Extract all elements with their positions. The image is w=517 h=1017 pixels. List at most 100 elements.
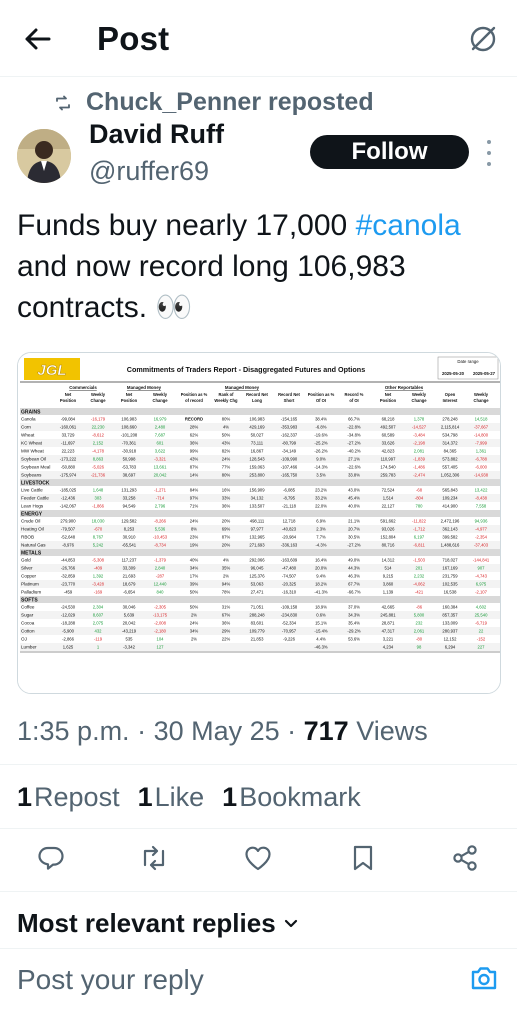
table-cell: 33,729	[62, 433, 75, 438]
table-cell: 35%	[222, 566, 231, 571]
more-options-icon[interactable]	[484, 140, 494, 166]
table-cell: 7.7%	[316, 535, 326, 540]
table-cell: 43.0%	[348, 488, 360, 493]
table-cell: 279,900	[60, 519, 76, 524]
table-cell: 4%	[223, 425, 229, 430]
post-image[interactable]: JGL Commitments of Traders Report - Disag…	[17, 352, 501, 694]
table-cell: 2,232	[414, 574, 425, 579]
table-cell: 36%	[222, 504, 231, 509]
column-header: Record %	[345, 392, 364, 397]
column-header: Position	[121, 398, 138, 403]
table-cell: -26,766	[61, 566, 76, 571]
table-cell: -6,085	[283, 488, 296, 493]
table-cell: -101,208	[121, 433, 138, 438]
column-header: Long	[252, 398, 263, 403]
table-cell: 34.3%	[348, 613, 360, 618]
table-cell: 49.0%	[348, 558, 360, 563]
camera-icon[interactable]	[469, 964, 499, 994]
reposts-stat[interactable]: 1Repost	[17, 782, 120, 813]
table-cell: 50,027	[251, 433, 264, 438]
column-header: of record	[185, 398, 203, 403]
bookmark-icon[interactable]	[348, 843, 378, 873]
table-cell: -22.8%	[347, 425, 361, 430]
table-cell: -16,310	[282, 590, 297, 595]
table-cell: -12,029	[61, 613, 76, 618]
table-cell: 33,626	[382, 441, 395, 446]
table-cell: -8,612	[92, 433, 105, 438]
table-cell: -8,976	[62, 543, 75, 548]
table-cell: 133,507	[249, 504, 265, 509]
table-cell: -3,342	[123, 645, 136, 650]
follow-button[interactable]: Follow	[310, 135, 469, 169]
table-cell: 43%	[222, 441, 231, 446]
section-band	[20, 510, 500, 517]
logo-text: JGL	[37, 362, 66, 379]
table-cell: 21.1%	[348, 519, 360, 524]
section-label: ENERGY	[21, 511, 43, 517]
table-cell: -5,900	[62, 629, 75, 634]
table-cell: 97%	[190, 496, 199, 501]
likes-stat[interactable]: 1Like	[138, 782, 205, 813]
post-text-end: and now record long 106,983 contracts.	[17, 250, 406, 324]
group-header: Other Reportables	[385, 385, 424, 390]
table-cell: -86	[416, 605, 423, 610]
like-icon[interactable]	[243, 843, 273, 873]
author-name[interactable]: David Ruff	[89, 119, 224, 150]
table-cell: 2,081	[414, 449, 425, 454]
table-cell: 108,660	[121, 425, 137, 430]
table-cell: 53.6%	[348, 637, 360, 642]
author-handle[interactable]: @ruffer69	[89, 156, 209, 187]
column-header: Weekly	[153, 392, 168, 397]
table-cell: 128,543	[249, 457, 265, 462]
reply-input[interactable]: Post your reply	[17, 964, 204, 996]
table-cell: -44,853	[61, 558, 76, 563]
table-cell: -13,175	[153, 613, 168, 618]
table-cell: 2,304	[93, 605, 104, 610]
table-cell: -14,527	[412, 425, 427, 430]
repost-action-icon[interactable]	[139, 843, 169, 873]
reposts-label: Repost	[34, 782, 120, 812]
table-cell: 87%	[190, 465, 199, 470]
table-cell: 50%	[190, 605, 199, 610]
table-cell: 535	[126, 637, 134, 642]
table-cell: 3,622	[155, 449, 166, 454]
market-name: RBOB	[21, 535, 34, 540]
table-cell: 1,361	[476, 449, 487, 454]
table-cell: 432	[95, 629, 103, 634]
table-cell: 7,558	[476, 504, 487, 509]
arrow-left-icon[interactable]	[22, 24, 52, 54]
table-cell: 278,248	[442, 417, 458, 422]
table-cell: 27,471	[251, 590, 264, 595]
table-cell: 50%	[222, 433, 231, 438]
post-time: 1:35 p.m.	[17, 716, 130, 746]
table-cell: -1,712	[413, 527, 426, 532]
market-name: Feeder Cattle	[21, 496, 49, 501]
table-cell: 13,422	[475, 488, 488, 493]
hashtag-link[interactable]: #canola	[356, 209, 461, 242]
column-header: Change	[152, 398, 168, 403]
table-cell: 133,009	[442, 621, 458, 626]
report-title: Commitments of Traders Report - Disaggre…	[127, 365, 365, 374]
avatar[interactable]	[17, 129, 71, 183]
replies-sort-dropdown[interactable]: Most relevant replies	[17, 908, 298, 939]
table-cell: -40,823	[282, 527, 297, 532]
reposted-by[interactable]: Chuck_Penner reposted	[54, 88, 374, 117]
table-cell: 98	[417, 645, 422, 650]
table-cell: -80	[416, 637, 423, 642]
table-cell: 27.1%	[348, 457, 360, 462]
grok-icon[interactable]	[468, 24, 498, 54]
reply-icon[interactable]	[36, 843, 66, 873]
table-cell: -421	[415, 590, 424, 595]
table-cell: 1,378	[414, 417, 425, 422]
table-cell: 780	[416, 504, 424, 509]
table-cell: -46.3%	[314, 645, 328, 650]
table-cell: 45.4%	[348, 496, 360, 501]
table-cell: 36%	[222, 621, 231, 626]
table-cell: -25.2%	[314, 441, 328, 446]
table-cell: 44.3%	[348, 566, 360, 571]
table-cell: 2,472,196	[441, 519, 460, 524]
bookmarks-stat[interactable]: 1Bookmark	[222, 782, 361, 813]
table-cell: -20,325	[282, 582, 297, 587]
share-icon[interactable]	[450, 843, 480, 873]
market-name: Gold	[21, 558, 31, 563]
